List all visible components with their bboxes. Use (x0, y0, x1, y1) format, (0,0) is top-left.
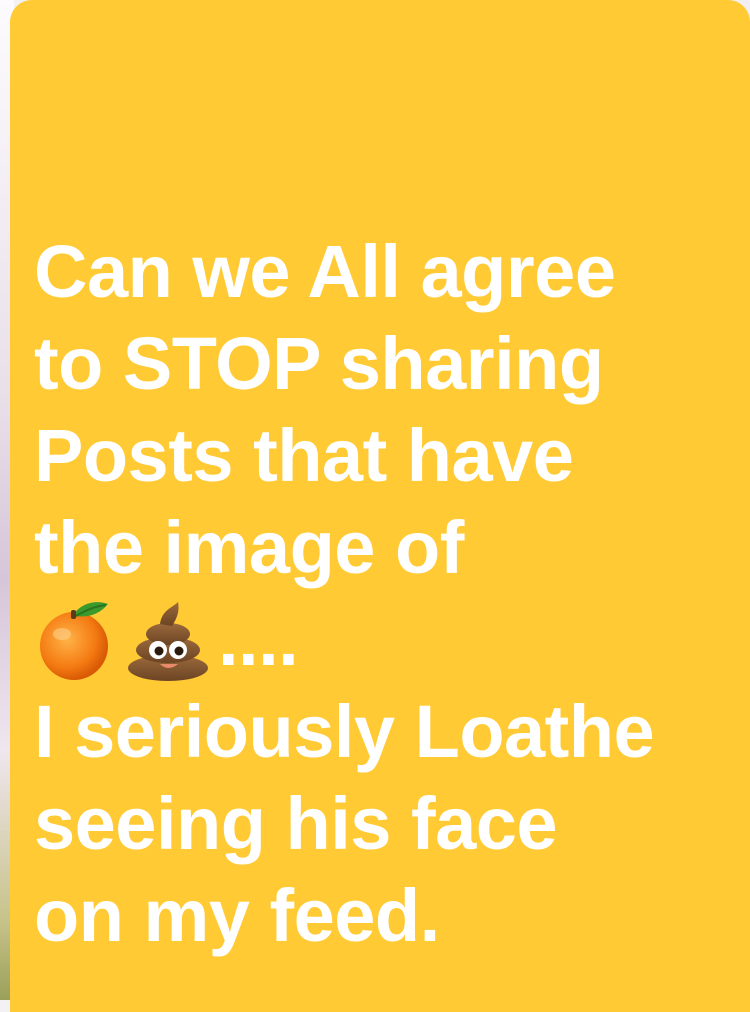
emoji-line: .... (34, 594, 734, 686)
post-text-line: I seriously Loathe (34, 690, 655, 773)
ellipsis-text: .... (218, 598, 299, 681)
pile-of-poo-icon (126, 598, 210, 682)
post-text: Can we All agree to STOP sharing Posts t… (34, 226, 734, 962)
post-text-line: on my feed. (34, 874, 440, 957)
post-text-line: seeing his face (34, 782, 558, 865)
post-text-line: the image of (34, 506, 464, 589)
tangerine-emoji-icon (34, 598, 118, 682)
post-text-line: Posts that have (34, 414, 574, 497)
post-text-line: Can we All agree (34, 230, 616, 313)
post-text-line: to STOP sharing (34, 322, 604, 405)
